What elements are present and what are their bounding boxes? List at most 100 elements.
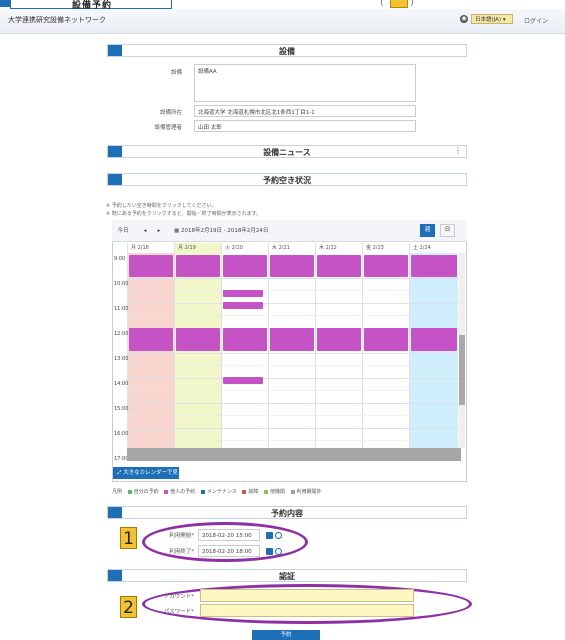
clock-icon[interactable] (275, 548, 282, 555)
section-title: 設備 (279, 47, 295, 56)
auth-section-header: 認証 (107, 569, 467, 582)
globe-icon: ◉ (460, 15, 468, 23)
top-accent (0, 0, 10, 7)
location-field[interactable]: 北海道大学 北海道札幌市北区北1条西1丁目1-1 (194, 105, 416, 117)
reservation-event[interactable] (223, 290, 263, 297)
reservation-event[interactable] (317, 328, 361, 351)
legend-swatch (263, 489, 268, 494)
legend-swatch (242, 489, 247, 494)
grid-line (127, 303, 461, 304)
next-button[interactable]: ▸ (154, 226, 164, 237)
big-calendar-button[interactable]: ⤢ 大きなカレンダーで見る (113, 467, 179, 488)
equipment-textarea[interactable]: 設備AA (194, 64, 416, 102)
legend-label: 自分の予約 (133, 489, 159, 495)
language-value: 日本語(JA) (475, 17, 502, 23)
day-view-button[interactable]: 日 (440, 224, 455, 237)
note-1: ※ 予約したい空き時間をクリックしてください。 (106, 203, 217, 209)
clock-icon[interactable] (275, 532, 282, 539)
legend: 凡例 自分の予約 他人の予約 メンテナンス 故障 他機関 利用期間外 (112, 488, 322, 495)
legend-swatch (200, 489, 205, 494)
equipment-section-header: 設備 (107, 44, 467, 57)
column-header: 土 2/24 (413, 245, 431, 251)
brace-right: ) (410, 0, 414, 8)
calendar-icon[interactable] (266, 532, 273, 539)
time-label: 13:00 (114, 356, 129, 362)
date-range: ▦ 2018年2月19日 - 2018年2月24日 (174, 226, 268, 234)
section-title: 予約内容 (271, 509, 303, 518)
section-title: 設備ニュース (263, 148, 311, 157)
reservation-event[interactable] (411, 255, 457, 277)
reservation-section-header: 予約内容 (107, 506, 467, 519)
note-2: ※ 既にある予約をクリックすると、開始／終了時間が表示されます。 (106, 211, 262, 217)
grid-line (127, 415, 461, 416)
more-icon[interactable]: ⋮ (454, 146, 462, 155)
legend-swatch (164, 489, 169, 494)
reservation-event[interactable] (411, 328, 457, 351)
grid-line (127, 290, 461, 291)
end-label: 利用終了* (169, 549, 194, 555)
reservation-event[interactable] (129, 255, 173, 277)
grid-line (127, 440, 461, 441)
calendar-icon[interactable] (266, 548, 273, 555)
reservation-event[interactable] (223, 302, 263, 309)
time-label: 15:00 (114, 406, 129, 412)
grid-line (409, 243, 410, 448)
grid-line (127, 353, 461, 354)
grid-line (127, 315, 461, 316)
legend-swatch (290, 489, 295, 494)
annotation-badge-2: 2 (120, 596, 137, 618)
account-input[interactable] (200, 589, 414, 602)
week-view-button[interactable]: 週 (420, 224, 435, 237)
reservation-event[interactable] (270, 255, 314, 277)
column-header: 月 2/19 (175, 243, 221, 253)
start-datetime-input[interactable]: 2018-02-20 15:00 (198, 529, 260, 541)
top-badge (390, 0, 408, 8)
out-of-range-row (127, 448, 461, 461)
legend-label: 利用期間外 (296, 489, 322, 495)
expand-icon: ⤢ (117, 470, 122, 476)
legend-label: 他人の予約 (170, 489, 196, 495)
grid-line (127, 365, 461, 366)
annotation-badge-1: 1 (120, 527, 137, 549)
column-header: 金 2/23 (366, 245, 384, 251)
legend-label: メンテナンス (206, 489, 237, 495)
end-datetime-input[interactable]: 2018-02-20 18:00 (198, 545, 260, 557)
grid-line (221, 243, 222, 448)
legend-label: 他機関 (269, 489, 285, 495)
manager-value: 山田 太郎 (198, 125, 222, 131)
reservation-event[interactable] (223, 377, 263, 384)
grid-line (127, 278, 461, 279)
reservation-event[interactable] (223, 328, 267, 351)
reservation-event[interactable] (129, 328, 173, 351)
login-link[interactable]: ログイン (524, 16, 548, 25)
reservation-event[interactable] (270, 328, 314, 351)
time-label: 10:00 (114, 281, 129, 287)
column-header: 木 2/22 (319, 245, 337, 251)
time-label: 9:00 (114, 256, 126, 262)
grid-line (127, 390, 461, 391)
reservation-event[interactable] (223, 255, 267, 277)
site-title[interactable]: 大学連携研究設備ネットワーク (8, 15, 106, 25)
availability-section-header: 予約空き状況 (107, 173, 467, 186)
section-title: 認証 (279, 572, 295, 581)
column-header: 月 2/18 (131, 245, 149, 251)
grid-line (174, 243, 175, 448)
prev-button[interactable]: ◂ (140, 226, 150, 237)
time-label: 12:00 (114, 331, 129, 337)
language-select[interactable]: 日本語(JA) ▾ (471, 14, 513, 24)
grid-line (127, 403, 461, 404)
reservation-event[interactable] (176, 255, 220, 277)
calendar-scroll-thumb[interactable] (459, 335, 465, 405)
reservation-event[interactable] (364, 255, 408, 277)
reservation-event[interactable] (176, 328, 220, 351)
reservation-event[interactable] (317, 255, 361, 277)
section-title: 予約空き状況 (263, 176, 311, 185)
manager-field[interactable]: 山田 太郎 (194, 120, 416, 132)
password-input[interactable] (200, 604, 414, 617)
reservation-event[interactable] (364, 328, 408, 351)
today-button[interactable]: 今日 (116, 226, 130, 237)
legend-prefix: 凡例 (112, 489, 123, 495)
grid-line (127, 378, 461, 379)
news-section-header[interactable]: 設備ニュース ⋮ (107, 145, 467, 158)
location-label: 設備所在 (159, 110, 182, 116)
